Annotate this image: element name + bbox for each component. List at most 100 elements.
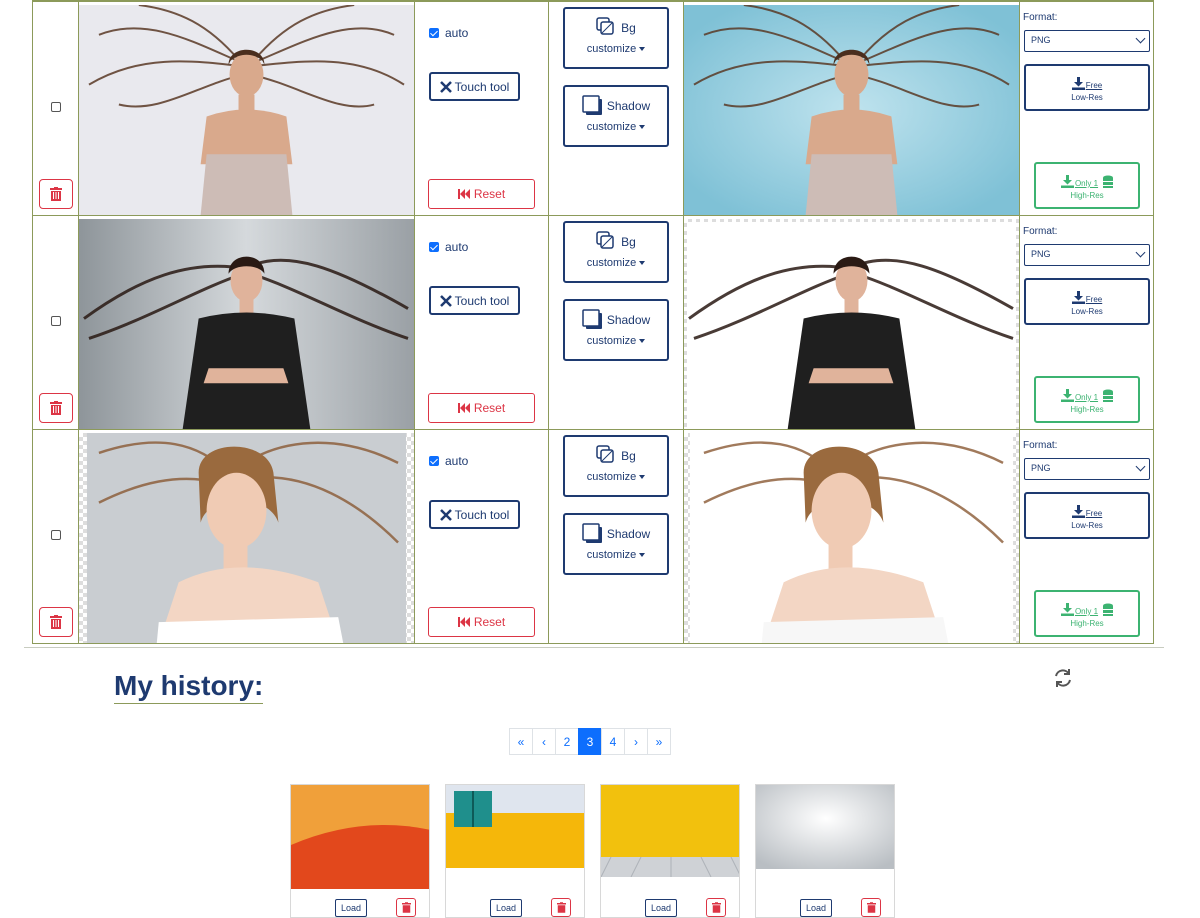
layers-icon: [596, 231, 614, 249]
bg-label: Bg: [621, 449, 636, 463]
format-select[interactable]: PNG: [1024, 244, 1150, 266]
select-cell: [33, 2, 79, 215]
free-label: Free: [1085, 295, 1103, 304]
format-value: PNG: [1031, 35, 1051, 45]
page-4[interactable]: 4: [601, 728, 625, 755]
history-thumbnail[interactable]: [756, 785, 895, 889]
shadow-customize-button[interactable]: Shadow customize: [563, 513, 669, 575]
page-2[interactable]: 2: [555, 728, 579, 755]
coins-icon: [1103, 175, 1114, 188]
load-button[interactable]: Load: [490, 899, 522, 917]
original-photo[interactable]: [79, 219, 414, 429]
shadow-icon: [582, 95, 602, 115]
download-icon: [1060, 389, 1074, 402]
bg-customize-button[interactable]: Bg customize: [563, 7, 669, 69]
row-select-checkbox[interactable]: [51, 530, 61, 540]
page-last[interactable]: »: [647, 728, 671, 755]
download-free-button[interactable]: Free Low-Res: [1024, 64, 1150, 111]
shadow-customize-label: customize: [586, 335, 637, 347]
delete-history-button[interactable]: [706, 898, 726, 917]
shadow-customize-button[interactable]: Shadow customize: [563, 85, 669, 147]
select-cell: [33, 430, 79, 643]
touch-tool-label: Touch tool: [454, 79, 510, 94]
page-3-active[interactable]: 3: [578, 728, 602, 755]
download-icon: [1060, 603, 1074, 616]
layers-icon: [596, 17, 614, 35]
format-select[interactable]: PNG: [1024, 458, 1150, 480]
result-photo[interactable]: [684, 5, 1019, 215]
format-select[interactable]: PNG: [1024, 30, 1150, 52]
history-thumbnail[interactable]: [601, 785, 740, 889]
trash-icon: [556, 902, 566, 913]
result-image-cell: [684, 216, 1020, 429]
touch-tool-button[interactable]: Touch tool: [429, 72, 520, 101]
delete-row-button[interactable]: [39, 179, 73, 209]
rewind-icon: [457, 189, 470, 199]
caret-down-icon: [639, 553, 646, 558]
reset-label: Reset: [473, 401, 506, 415]
auto-label: auto: [445, 240, 469, 254]
download-highres-button[interactable]: Only 1 High-Res: [1034, 590, 1140, 637]
trash-icon: [50, 401, 62, 415]
app-root: auto Touch tool Reset Bg customize Shado…: [0, 0, 1200, 918]
bg-label: Bg: [621, 21, 636, 35]
shadow-customize-button[interactable]: Shadow customize: [563, 299, 669, 361]
bg-label: Bg: [621, 235, 636, 249]
trash-icon: [50, 615, 62, 629]
auto-checkbox[interactable]: [429, 242, 439, 252]
refresh-icon[interactable]: [1052, 667, 1074, 689]
delete-row-button[interactable]: [39, 393, 73, 423]
reset-button[interactable]: Reset: [428, 179, 535, 209]
delete-history-button[interactable]: [396, 898, 416, 917]
download-free-button[interactable]: Free Low-Res: [1024, 492, 1150, 539]
format-label: Format:: [1023, 440, 1058, 451]
only-label: Only 1: [1074, 179, 1099, 188]
coins-icon: [1103, 389, 1114, 402]
tools-cell: auto Touch tool Reset: [415, 216, 549, 429]
page-first[interactable]: «: [509, 728, 533, 755]
touch-tool-button[interactable]: Touch tool: [429, 286, 520, 315]
auto-checkbox[interactable]: [429, 28, 439, 38]
caret-down-icon: [639, 339, 646, 344]
caret-down-icon: [639, 47, 646, 52]
original-image-cell: [79, 2, 415, 215]
load-button[interactable]: Load: [335, 899, 367, 917]
auto-option[interactable]: auto: [429, 240, 468, 254]
original-photo[interactable]: [79, 5, 414, 215]
history-thumbnail[interactable]: [446, 785, 585, 889]
delete-row-button[interactable]: [39, 607, 73, 637]
auto-option[interactable]: auto: [429, 26, 468, 40]
chevron-down-icon: [1135, 247, 1146, 258]
tools-icon: [439, 80, 452, 93]
delete-history-button[interactable]: [861, 898, 881, 917]
trash-icon: [50, 187, 62, 201]
page-prev[interactable]: ‹: [532, 728, 556, 755]
tools-cell: auto Touch tool Reset: [415, 2, 549, 215]
touch-tool-button[interactable]: Touch tool: [429, 500, 520, 529]
page-next[interactable]: ›: [624, 728, 648, 755]
highres-label: High-Res: [1070, 191, 1104, 200]
only-label: Only 1: [1074, 607, 1099, 616]
reset-button[interactable]: Reset: [428, 607, 535, 637]
free-label: Free: [1085, 81, 1103, 90]
load-button[interactable]: Load: [645, 899, 677, 917]
auto-checkbox[interactable]: [429, 456, 439, 466]
download-highres-button[interactable]: Only 1 High-Res: [1034, 376, 1140, 423]
result-photo[interactable]: [684, 219, 1019, 429]
auto-option[interactable]: auto: [429, 454, 468, 468]
only-label: Only 1: [1074, 393, 1099, 402]
download-free-button[interactable]: Free Low-Res: [1024, 278, 1150, 325]
history-thumbnail[interactable]: [291, 785, 430, 889]
load-button[interactable]: Load: [800, 899, 832, 917]
history-item: Load: [755, 784, 895, 918]
original-photo[interactable]: [79, 433, 414, 643]
bg-customize-button[interactable]: Bg customize: [563, 221, 669, 283]
bg-customize-button[interactable]: Bg customize: [563, 435, 669, 497]
row-select-checkbox[interactable]: [51, 316, 61, 326]
download-highres-button[interactable]: Only 1 High-Res: [1034, 162, 1140, 209]
reset-button[interactable]: Reset: [428, 393, 535, 423]
touch-tool-label: Touch tool: [454, 507, 510, 522]
result-photo[interactable]: [684, 433, 1019, 643]
row-select-checkbox[interactable]: [51, 102, 61, 112]
delete-history-button[interactable]: [551, 898, 571, 917]
